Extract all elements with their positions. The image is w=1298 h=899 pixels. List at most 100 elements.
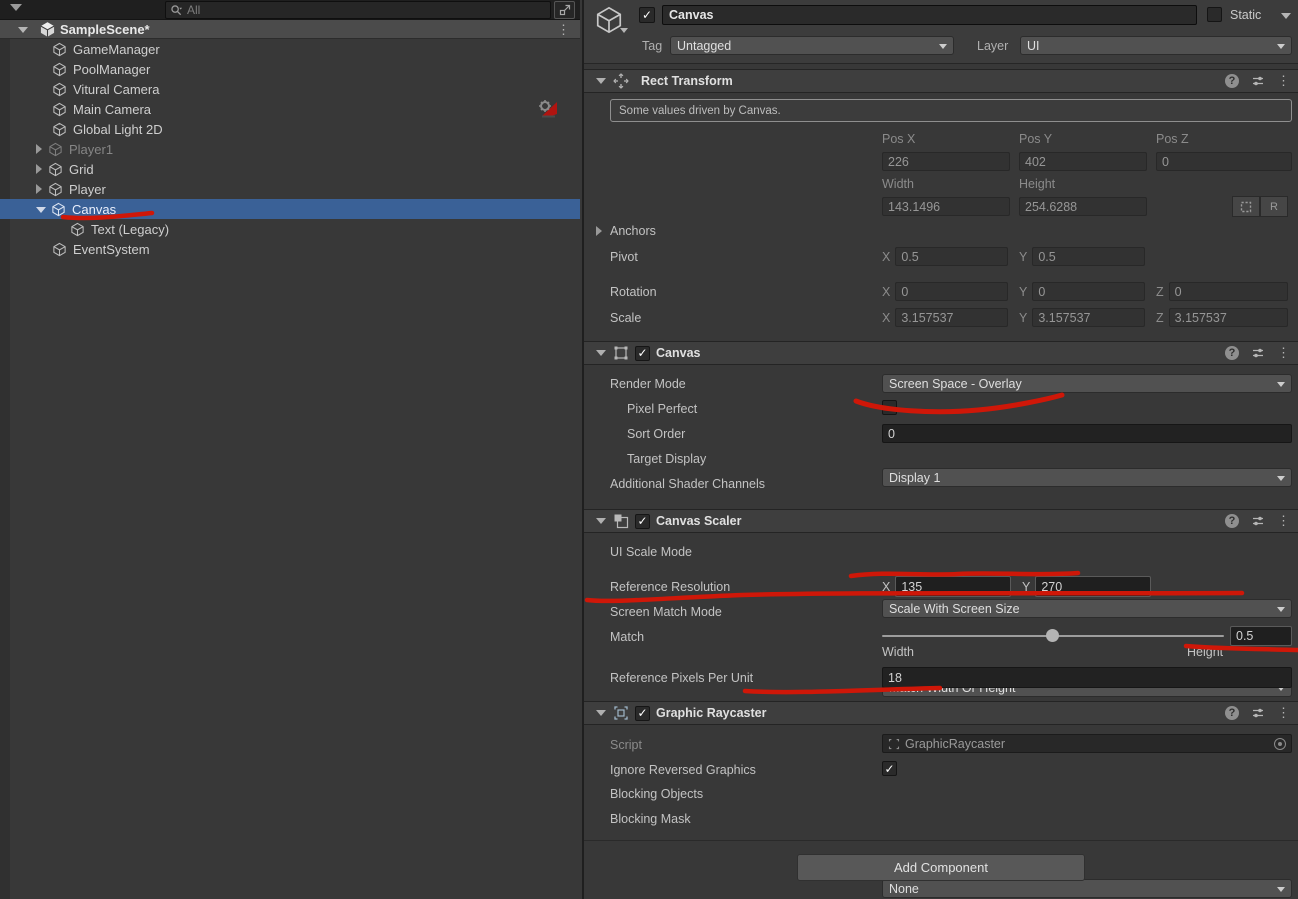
add-component-button[interactable]: Add Component xyxy=(797,854,1085,881)
gameobject-cube-icon xyxy=(52,102,67,117)
ignore-reversed-graphics-checkbox[interactable]: ✓ xyxy=(882,761,897,776)
foldout-expanded-icon[interactable] xyxy=(596,710,606,716)
hierarchy-item-global-light-2d[interactable]: Global Light 2D xyxy=(0,119,580,139)
rotation-z-field[interactable]: 0 xyxy=(1169,282,1288,301)
pivot-y-value: 0.5 xyxy=(1038,250,1055,264)
foldout-collapsed-icon[interactable] xyxy=(36,164,42,174)
graphic-raycaster-header[interactable]: ✓ Graphic Raycaster ? ⋮ xyxy=(584,701,1298,725)
hierarchy-item-player1[interactable]: Player1 xyxy=(0,139,580,159)
kebab-menu-icon[interactable]: ⋮ xyxy=(1277,705,1290,721)
scale-y-field[interactable]: 3.157537 xyxy=(1032,308,1145,327)
pos-z-field[interactable]: 0 xyxy=(1156,152,1292,171)
help-icon[interactable]: ? xyxy=(1225,346,1239,360)
chevron-down-icon xyxy=(1277,382,1285,387)
hierarchy-search-input[interactable]: All xyxy=(165,1,551,19)
hierarchy-item-text-legacy[interactable]: Text (Legacy) xyxy=(0,219,580,239)
target-display-dropdown[interactable]: Display 1 xyxy=(882,468,1292,487)
presets-icon[interactable] xyxy=(1251,514,1265,528)
axis-y-label: Y xyxy=(1019,311,1027,325)
gameobject-name-field[interactable]: Canvas xyxy=(662,5,1197,25)
tag-dropdown[interactable]: Untagged xyxy=(670,36,954,55)
hierarchy-item-grid[interactable]: Grid xyxy=(0,159,580,179)
rect-transform-header[interactable]: Rect Transform ? ⋮ xyxy=(584,69,1298,93)
reference-resolution-x-field[interactable]: 135 xyxy=(895,576,1011,597)
match-slider-handle[interactable] xyxy=(1046,629,1059,642)
component-title: Rect Transform xyxy=(641,74,733,88)
foldout-expanded-icon[interactable] xyxy=(36,207,46,213)
kebab-menu-icon[interactable]: ⋮ xyxy=(1277,345,1290,361)
gameobject-cube-icon xyxy=(52,82,67,97)
static-checkbox[interactable] xyxy=(1207,7,1222,22)
hierarchy-item-canvas-selected[interactable]: Canvas xyxy=(0,199,580,219)
scene-kebab-icon[interactable]: ⋮ xyxy=(557,22,570,38)
width-field[interactable]: 143.1496 xyxy=(882,197,1010,216)
hierarchy-dropdown-icon[interactable] xyxy=(10,4,22,11)
pivot-x-group: X 0.5 xyxy=(882,247,1008,266)
blueprint-mode-button[interactable] xyxy=(1232,196,1260,217)
rotation-y-field[interactable]: 0 xyxy=(1032,282,1145,301)
item-label: Text (Legacy) xyxy=(91,222,169,237)
reference-resolution-label: Reference Resolution xyxy=(610,580,730,594)
pos-x-field[interactable]: 226 xyxy=(882,152,1010,171)
graphic-raycaster-enabled-checkbox[interactable]: ✓ xyxy=(635,706,650,721)
help-icon[interactable]: ? xyxy=(1225,514,1239,528)
canvas-component-header[interactable]: ✓ Canvas ? ⋮ xyxy=(584,341,1298,365)
match-label: Match xyxy=(610,630,644,644)
foldout-expanded-icon[interactable] xyxy=(596,78,606,84)
height-field[interactable]: 254.6288 xyxy=(1019,197,1147,216)
item-label: Canvas xyxy=(72,202,116,217)
ui-scale-mode-dropdown[interactable]: Scale With Screen Size xyxy=(882,599,1292,618)
render-mode-dropdown[interactable]: Screen Space - Overlay xyxy=(882,374,1292,393)
raw-edit-mode-button[interactable]: R xyxy=(1260,196,1288,217)
scale-x-field[interactable]: 3.157537 xyxy=(895,308,1008,327)
presets-icon[interactable] xyxy=(1251,74,1265,88)
hierarchy-item-vitural-camera[interactable]: Vitural Camera xyxy=(0,79,580,99)
pos-y-field[interactable]: 402 xyxy=(1019,152,1147,171)
presets-icon[interactable] xyxy=(1251,346,1265,360)
help-icon[interactable]: ? xyxy=(1225,706,1239,720)
reference-resolution-y-field[interactable]: 270 xyxy=(1035,576,1151,597)
reference-ppu-field[interactable]: 18 xyxy=(882,667,1292,688)
layer-dropdown[interactable]: UI xyxy=(1020,36,1292,55)
canvas-scaler-header[interactable]: ✓ Canvas Scaler ? ⋮ xyxy=(584,509,1298,533)
rotation-y-group: Y 0 xyxy=(1019,282,1145,301)
pivot-y-field[interactable]: 0.5 xyxy=(1032,247,1145,266)
scene-foldout-icon[interactable] xyxy=(18,27,28,33)
foldout-collapsed-icon[interactable] xyxy=(36,184,42,194)
driven-values-info: Some values driven by Canvas. xyxy=(610,99,1292,122)
canvas-enabled-checkbox[interactable]: ✓ xyxy=(635,346,650,361)
help-icon[interactable]: ? xyxy=(1225,74,1239,88)
kebab-menu-icon[interactable]: ⋮ xyxy=(1277,73,1290,89)
pivot-x-field[interactable]: 0.5 xyxy=(895,247,1008,266)
match-value-field[interactable]: 0.5 xyxy=(1230,626,1292,646)
foldout-expanded-icon[interactable] xyxy=(596,518,606,524)
anchors-foldout-icon[interactable] xyxy=(596,226,602,236)
item-label: EventSystem xyxy=(73,242,150,257)
gameobject-icon-dropdown[interactable] xyxy=(620,28,628,33)
hierarchy-item-main-camera[interactable]: Main Camera xyxy=(0,99,580,119)
scale-z-field[interactable]: 3.157537 xyxy=(1169,308,1288,327)
object-picker-icon[interactable] xyxy=(1274,738,1286,750)
foldout-expanded-icon[interactable] xyxy=(596,350,606,356)
sort-order-field[interactable]: 0 xyxy=(882,424,1292,443)
kebab-menu-icon[interactable]: ⋮ xyxy=(1277,513,1290,529)
blocking-objects-dropdown[interactable]: None xyxy=(882,879,1292,898)
presets-icon[interactable] xyxy=(1251,706,1265,720)
gameobject-enabled-checkbox[interactable]: ✓ xyxy=(639,7,655,23)
foldout-collapsed-icon[interactable] xyxy=(36,144,42,154)
hierarchy-item-player[interactable]: Player xyxy=(0,179,580,199)
unity-scene-icon xyxy=(39,21,56,38)
hierarchy-item-eventsystem[interactable]: EventSystem xyxy=(0,239,580,259)
hierarchy-item-gamemanager[interactable]: GameManager xyxy=(0,39,580,59)
popout-icon[interactable] xyxy=(554,1,575,19)
match-height-label: Height xyxy=(1187,645,1223,659)
canvas-scaler-enabled-checkbox[interactable]: ✓ xyxy=(635,514,650,529)
scene-header-row[interactable]: SampleScene* ⋮ xyxy=(0,20,580,39)
script-field[interactable]: GraphicRaycaster xyxy=(882,734,1292,753)
hierarchy-item-poolmanager[interactable]: PoolManager xyxy=(0,59,580,79)
rotation-y-value: 0 xyxy=(1038,285,1045,299)
unity-editor-window: All SampleScene* ⋮ xyxy=(0,0,1298,899)
static-dropdown-icon[interactable] xyxy=(1281,13,1291,19)
rotation-x-field[interactable]: 0 xyxy=(895,282,1008,301)
pixel-perfect-checkbox[interactable] xyxy=(882,400,897,415)
